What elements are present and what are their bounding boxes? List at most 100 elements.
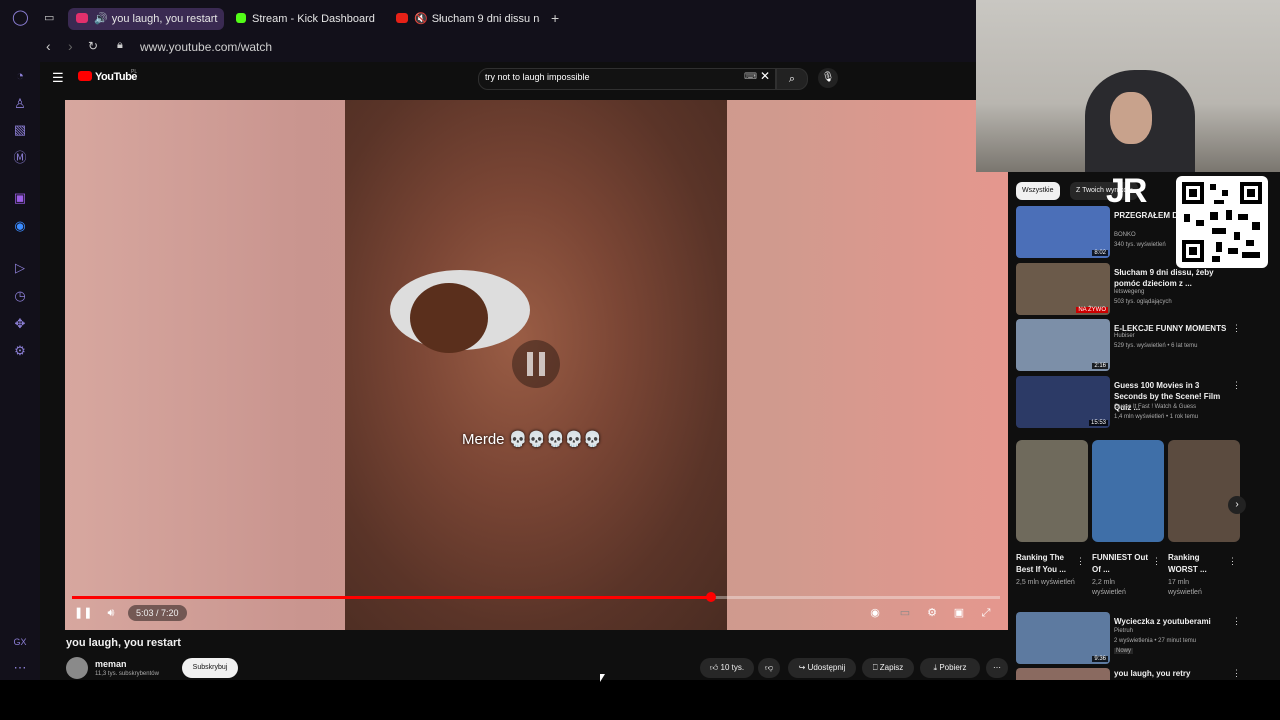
new-badge: Nowy bbox=[1114, 648, 1134, 654]
progress-scrubber[interactable] bbox=[706, 592, 716, 602]
more-actions-button[interactable]: ⋯ bbox=[986, 658, 1008, 678]
subscribe-button[interactable]: Subskrybuj bbox=[182, 658, 238, 678]
reload-icon[interactable]: ↻ bbox=[88, 39, 98, 53]
like-button[interactable]: 👍︎ 10 tys. bbox=[700, 658, 754, 678]
pause-icon[interactable]: ❚❚ bbox=[74, 604, 92, 622]
recommendation-title: Wycieczka z youtuberami bbox=[1114, 617, 1211, 626]
more-vertical-icon[interactable]: ⋮ bbox=[1232, 323, 1241, 334]
more-vertical-icon[interactable]: ⋮ bbox=[1076, 556, 1085, 567]
settings-gear-icon[interactable]: ⚙ bbox=[923, 604, 941, 622]
history-icon[interactable]: ◷ bbox=[12, 288, 28, 304]
short-title: Ranking The Best If You ... bbox=[1016, 553, 1066, 574]
subscriber-count: 11,3 tys. subskrybentów bbox=[95, 671, 159, 677]
muted-speaker-icon: 🔇 bbox=[414, 13, 428, 25]
search-query: try not to laugh impossible bbox=[485, 72, 590, 82]
youtube-logo-icon[interactable] bbox=[78, 71, 92, 81]
search-button[interactable]: ⌕ bbox=[776, 68, 808, 90]
recommendation-channel: letswegeng bbox=[1114, 289, 1145, 295]
microphone-icon[interactable]: 🎙︎ bbox=[818, 68, 838, 88]
youtube-favicon-icon bbox=[76, 13, 88, 23]
lock-icon: 🔒︎ bbox=[117, 39, 123, 51]
recommendation-meta: 1,4 mln wyświetleń • 1 rok temu bbox=[1114, 414, 1199, 420]
short-thumbnail[interactable] bbox=[1016, 440, 1088, 542]
more-vertical-icon[interactable]: ⋮ bbox=[1152, 556, 1161, 567]
tab-active[interactable]: 🔊 you laugh, you restart bbox=[68, 8, 224, 30]
recommendation-item[interactable]: 15:53 Guess 100 Movies in 3 Seconds by t… bbox=[1016, 376, 1276, 428]
forward-icon[interactable]: › bbox=[68, 38, 73, 54]
extensions-icon[interactable]: ✥ bbox=[12, 316, 28, 332]
more-vertical-icon[interactable]: ⋮ bbox=[1228, 556, 1237, 567]
back-icon[interactable]: ‹ bbox=[46, 38, 51, 54]
clear-search-icon[interactable]: ✕ bbox=[760, 69, 770, 83]
channel-name[interactable]: meman bbox=[95, 659, 127, 669]
dislike-button[interactable]: 👎︎ bbox=[758, 658, 780, 678]
tab-label: Stream - Kick Dashboard bbox=[252, 13, 375, 25]
recommendation-channel: Hubiser bbox=[1114, 333, 1135, 339]
speed-dial-icon[interactable]: ◔ bbox=[12, 68, 28, 84]
miniplayer-icon[interactable]: ▣ bbox=[950, 604, 968, 622]
bookmark-icon: ⎕ bbox=[872, 663, 880, 672]
messenger-icon[interactable]: ◉ bbox=[12, 218, 28, 234]
pause-bar-left bbox=[527, 352, 533, 376]
volume-icon[interactable]: 🔊︎ bbox=[102, 604, 120, 622]
short-title: Ranking WORST ... bbox=[1168, 553, 1207, 574]
download-label: Pobierz bbox=[939, 663, 967, 672]
video-title: you laugh, you restart bbox=[66, 637, 181, 649]
settings-icon[interactable]: ⚙ bbox=[12, 343, 28, 359]
thumbs-down-icon: 👎︎ bbox=[764, 663, 774, 672]
recommendation-title[interactable]: you laugh, you retry bbox=[1114, 669, 1190, 678]
fullscreen-icon[interactable]: ⤢ bbox=[977, 604, 995, 622]
time-display: 5:03 / 7:20 bbox=[128, 605, 187, 621]
tab-dissu[interactable]: 🔇 Słucham 9 dni dissu na bbox=[396, 8, 540, 30]
download-button[interactable]: ⤓ Pobierz bbox=[920, 658, 980, 678]
tab-overview-icon[interactable]: ▭ bbox=[44, 11, 58, 25]
tab-kick-dashboard[interactable]: Stream - Kick Dashboard bbox=[236, 8, 386, 30]
gx-icon[interactable]: GX bbox=[12, 634, 28, 650]
recommendation-meta: 529 tys. wyświetleń • 6 lat temu bbox=[1114, 343, 1198, 349]
more-vertical-icon[interactable]: ⋮ bbox=[1232, 668, 1241, 679]
plus-icon[interactable]: + bbox=[551, 10, 559, 26]
subtitles-icon[interactable]: ▭ bbox=[896, 604, 914, 622]
share-label: Udostępnij bbox=[807, 663, 846, 672]
like-count: 10 tys. bbox=[720, 663, 745, 672]
chip-all[interactable]: Wszystkie bbox=[1016, 182, 1060, 200]
thumbs-up-icon: 👍︎ bbox=[709, 663, 721, 672]
autoplay-toggle-icon[interactable]: ◉ bbox=[866, 604, 884, 622]
center-pause-button[interactable] bbox=[512, 340, 560, 388]
tab-label: you laugh, you restart bbox=[111, 13, 218, 25]
save-button[interactable]: ⎕ Zapisz bbox=[862, 658, 914, 678]
recommendation-item[interactable]: 9:36 Wycieczka z youtuberami Pietruh 2 w… bbox=[1016, 612, 1276, 664]
recommendation-item[interactable]: NA ŻYWO Słucham 9 dni dissu, żeby pomóc … bbox=[1016, 263, 1276, 315]
messenger-m-icon[interactable]: Ⓜ bbox=[12, 150, 28, 166]
short-thumbnail[interactable] bbox=[1092, 440, 1164, 542]
chevron-right-icon[interactable]: › bbox=[1228, 496, 1246, 514]
twitch-icon[interactable]: ▣ bbox=[12, 190, 28, 206]
pencil-icon[interactable]: ▧ bbox=[12, 122, 28, 138]
short-thumbnail[interactable] bbox=[1168, 440, 1240, 542]
video-thumbnail: NA ŻYWO bbox=[1016, 263, 1110, 315]
progress-bar-fill bbox=[72, 596, 711, 599]
qr-code-icon bbox=[1176, 176, 1268, 268]
url-field[interactable]: www.youtube.com/watch bbox=[140, 40, 272, 54]
opera-logo-icon[interactable]: ◯ bbox=[12, 10, 29, 26]
more-vertical-icon[interactable]: ⋮ bbox=[1232, 380, 1241, 391]
hamburger-menu-icon[interactable]: ☰ bbox=[52, 70, 64, 86]
player-icon[interactable]: ▷ bbox=[12, 260, 28, 276]
more-horizontal-icon: ⋯ bbox=[993, 663, 1001, 672]
keyboard-icon[interactable]: ⌨ bbox=[744, 71, 757, 82]
share-button[interactable]: ↪ Udostępnij bbox=[788, 658, 856, 678]
recommendation-meta: 340 tys. wyświetleń bbox=[1114, 242, 1166, 248]
video-thumbnail[interactable] bbox=[1016, 668, 1110, 680]
more-vertical-icon[interactable]: ⋮ bbox=[1232, 616, 1241, 627]
channel-avatar[interactable] bbox=[66, 657, 88, 679]
aria-icon[interactable]: ♙ bbox=[12, 96, 28, 112]
webcam-face bbox=[1110, 92, 1152, 144]
youtube-favicon-icon bbox=[396, 13, 408, 23]
duration-badge: 8:02 bbox=[1092, 250, 1108, 256]
kick-favicon-icon bbox=[236, 13, 246, 23]
recommendation-channel: BONKO bbox=[1114, 232, 1136, 238]
tab-label: Słucham 9 dni dissu na bbox=[431, 13, 540, 25]
recommendation-item[interactable]: 2:16 E-LEKCJE FUNNY MOMENTS Hubiser 529 … bbox=[1016, 319, 1276, 371]
video-thumbnail: 2:16 bbox=[1016, 319, 1110, 371]
more-icon[interactable]: ⋯ bbox=[12, 660, 28, 676]
